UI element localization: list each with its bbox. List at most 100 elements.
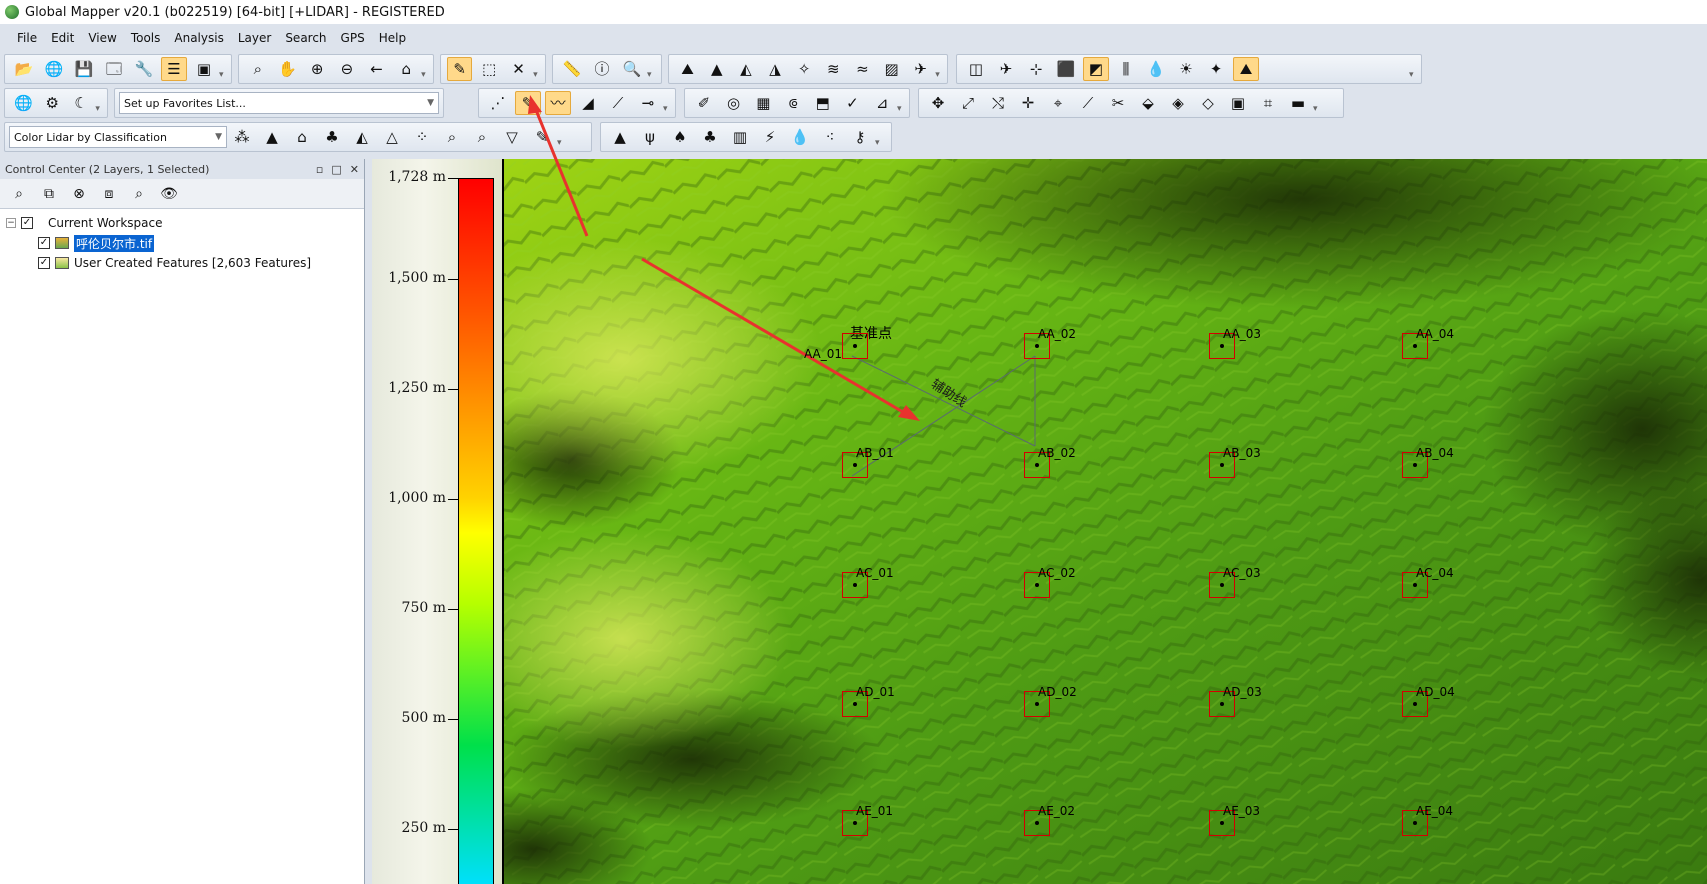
filter-icon[interactable]: ▽ — [499, 125, 525, 149]
lidar-settings-icon[interactable]: ⁂ — [229, 125, 255, 149]
overview-icon[interactable]: ▣ — [191, 57, 217, 81]
layer-close-icon[interactable]: ⊗ — [66, 182, 92, 206]
surface-icon[interactable]: ◭ — [349, 125, 375, 149]
snap-icon[interactable]: ⌖ — [1045, 91, 1071, 115]
layer-checkbox[interactable]: ✓ — [38, 257, 50, 269]
create-area-icon[interactable]: ◢ — [575, 91, 601, 115]
watershed-icon[interactable]: ≈ — [850, 57, 875, 81]
globe-icon[interactable]: 🌐 — [41, 57, 67, 81]
toolbar-grip[interactable]: ▾ — [647, 58, 655, 80]
edit-vertex-icon[interactable]: ✐ — [691, 91, 717, 115]
toolbar-grip[interactable]: ▾ — [1409, 58, 1417, 80]
zoom-in-icon[interactable]: ⊕ — [304, 57, 330, 81]
ground-icon[interactable]: ▲ — [607, 125, 633, 149]
maximize-icon[interactable]: □ — [331, 163, 341, 176]
lidar-profile-icon[interactable]: ⫼ — [1113, 57, 1139, 81]
point-cloud-icon[interactable]: ⁘ — [409, 125, 435, 149]
key-icon[interactable]: ⚷ — [847, 125, 873, 149]
toolbar-grip[interactable]: ▾ — [557, 126, 565, 148]
wrench-icon[interactable]: 🔧 — [131, 57, 157, 81]
layer-row[interactable]: ✓ User Created Features [2,603 Features] — [6, 253, 358, 273]
zoom-out-icon[interactable]: ⊖ — [334, 57, 360, 81]
filter-points-icon[interactable]: ⌕ — [469, 125, 495, 149]
move-icon[interactable]: ✥ — [925, 91, 951, 115]
menu-file[interactable]: File — [10, 31, 44, 45]
water-icon[interactable]: 💧 — [1143, 57, 1169, 81]
layer-options-icon[interactable]: ⧈ — [96, 182, 122, 206]
layer-copy-icon[interactable]: ⧉ — [36, 182, 62, 206]
toolbar-grip[interactable]: ▾ — [95, 92, 103, 114]
create-line-freehand-icon[interactable]: 〰 — [545, 91, 571, 115]
spark-icon[interactable]: ✦ — [1203, 57, 1229, 81]
terrain-map[interactable]: 辅助线 基准点 — [372, 159, 1707, 884]
resize-icon[interactable]: ⤢ — [955, 91, 981, 115]
lidar-color-select[interactable]: Color Lidar by Classification ▼ — [9, 126, 227, 148]
search-points-icon[interactable]: ⌕ — [439, 125, 465, 149]
layer-search-icon[interactable]: ⌕ — [126, 182, 152, 206]
measure-ruler-icon[interactable]: 📏 — [559, 57, 585, 81]
reshape-icon[interactable]: ⤭ — [985, 91, 1011, 115]
building-class-icon[interactable]: ⌂ — [289, 125, 315, 149]
world-icon[interactable]: 🌐 — [11, 91, 36, 115]
pan-hand-icon[interactable]: ✋ — [275, 57, 301, 81]
open-folder-icon[interactable]: 📂 — [11, 57, 37, 81]
split-view-icon[interactable]: ◫ — [963, 57, 989, 81]
vegetation-class-icon[interactable]: ♣ — [319, 125, 345, 149]
buffer-icon[interactable]: ◈ — [1165, 91, 1191, 115]
split-line-icon[interactable]: ⟋ — [1075, 91, 1101, 115]
flight-icon[interactable]: ✈ — [993, 57, 1019, 81]
edit-area-icon[interactable]: ⬒ — [810, 91, 836, 115]
home-icon[interactable]: ⌂ — [393, 57, 419, 81]
favorites-select[interactable]: Set up Favorites List... ▼ — [119, 92, 439, 114]
create-point-icon[interactable]: ⊸ — [635, 91, 661, 115]
tape-icon[interactable]: ▬ — [1285, 91, 1311, 115]
tree-icon[interactable]: ♣ — [697, 125, 723, 149]
create-line-icon[interactable]: ✎ — [515, 91, 541, 115]
toolbar-grip[interactable]: ▾ — [875, 126, 883, 148]
layer-checkbox[interactable]: ✓ — [38, 237, 50, 249]
save-icon[interactable]: 💾 — [71, 57, 97, 81]
toolbar-grip[interactable]: ▾ — [897, 92, 905, 114]
digitizer-pencil-icon[interactable]: ✎ — [447, 57, 473, 81]
menu-layer[interactable]: Layer — [231, 31, 278, 45]
move-vertex-icon[interactable]: ✛ — [1015, 91, 1041, 115]
menu-gps[interactable]: GPS — [334, 31, 372, 45]
terrain-icon[interactable]: ⛰ — [675, 57, 700, 81]
toolbar-grip[interactable]: ▾ — [935, 58, 943, 80]
menu-tools[interactable]: Tools — [124, 31, 168, 45]
print-icon[interactable]: 🗔 — [101, 57, 127, 81]
eye-icon[interactable]: 👁 — [156, 182, 182, 206]
create-line-dashed-icon[interactable]: ⋰ — [485, 91, 511, 115]
workspace-row[interactable]: − ✓ Current Workspace — [6, 213, 358, 233]
menu-search[interactable]: Search — [278, 31, 333, 45]
create-path-icon[interactable]: ⟋ — [605, 91, 631, 115]
powerline-icon[interactable]: ⚡ — [757, 125, 783, 149]
layer-zoom-icon[interactable]: ⌕ — [6, 182, 32, 206]
combine-icon[interactable]: ⬙ — [1135, 91, 1161, 115]
measure-edit-icon[interactable]: ⊿ — [869, 91, 895, 115]
crop-icon[interactable]: ⌗ — [1255, 91, 1281, 115]
check-icon[interactable]: ✓ — [840, 91, 866, 115]
water-drop-icon[interactable]: 💧 — [787, 125, 813, 149]
shrub-icon[interactable]: ♠ — [667, 125, 693, 149]
toolbar-grip[interactable]: ▾ — [1313, 92, 1321, 114]
noise-icon[interactable]: ⁖ — [817, 125, 843, 149]
contour-icon[interactable]: ≋ — [821, 57, 846, 81]
path-profile-icon[interactable]: ⊹ — [1023, 57, 1049, 81]
layer-row[interactable]: ✓ 呼伦贝尔市.tif — [6, 233, 358, 253]
toolbar-grip[interactable]: ▾ — [421, 58, 429, 80]
3d-view-icon[interactable]: ⬛ — [1053, 57, 1079, 81]
control-center-icon[interactable]: ☰ — [161, 57, 187, 81]
map-view[interactable]: 辅助线 基准点 1,728 m 1,500 m 1,250 m 1,000 m 750 … — [372, 159, 1707, 884]
grid-icon[interactable]: ▦ — [750, 91, 776, 115]
layer-name[interactable]: 呼伦贝尔市.tif — [74, 234, 155, 252]
pin-icon[interactable]: ▫ — [316, 163, 323, 176]
back-arrow-icon[interactable]: ← — [364, 57, 390, 81]
image-icon[interactable]: ▨ — [879, 57, 904, 81]
menu-analysis[interactable]: Analysis — [167, 31, 230, 45]
menu-help[interactable]: Help — [372, 31, 413, 45]
grass-icon[interactable]: ψ — [637, 125, 663, 149]
workspace-checkbox[interactable]: ✓ — [21, 217, 33, 229]
toolbar-grip[interactable]: ▾ — [663, 92, 671, 114]
grid-feature-box[interactable] — [842, 333, 868, 359]
